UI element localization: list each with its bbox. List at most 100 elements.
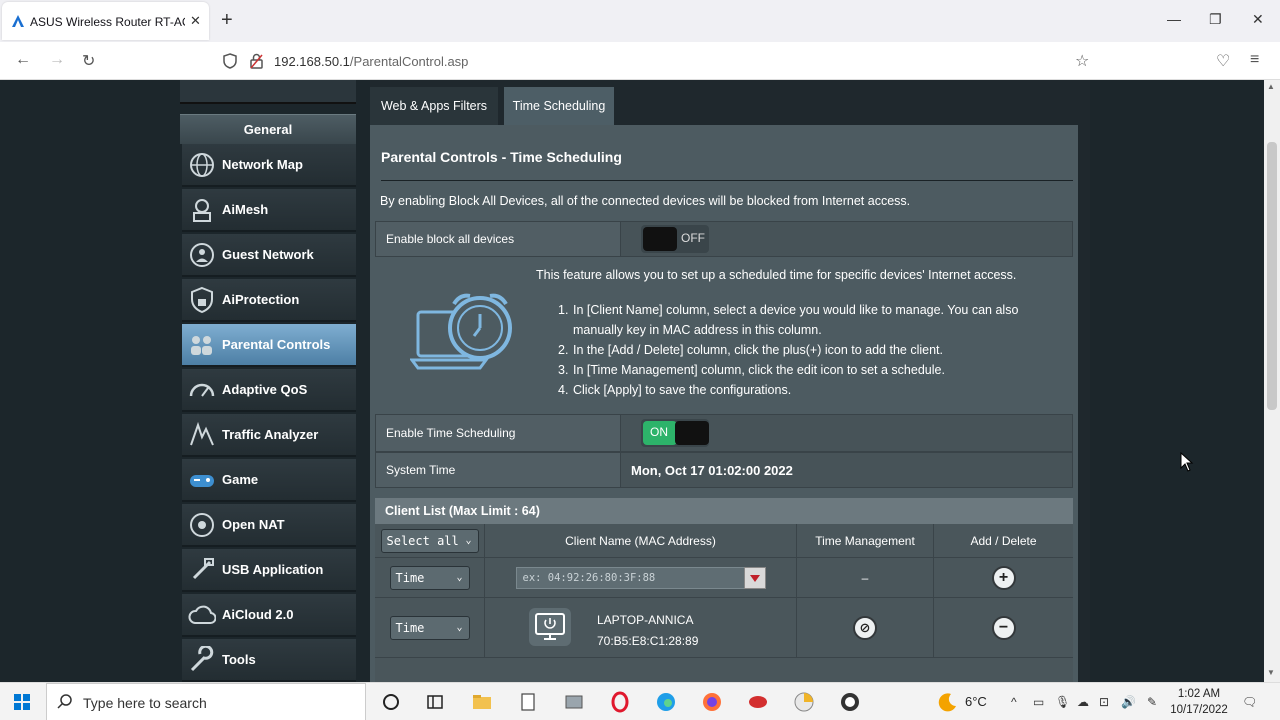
firefox-icon[interactable] (701, 691, 723, 713)
close-window-icon[interactable]: ✕ (1252, 11, 1264, 28)
sidebar: General Network Map AiMesh Guest Network Ai… (180, 80, 356, 682)
block-all-toggle[interactable]: OFF (641, 225, 709, 253)
cortana-icon[interactable] (380, 691, 402, 713)
sidebar-item-aicloud-2-0[interactable]: AiCloud 2.0 (182, 594, 356, 637)
chevron-down-icon: ⌄ (456, 621, 463, 633)
tray-app-icon[interactable]: ▭ (1033, 695, 1044, 709)
minimize-icon[interactable]: — (1167, 11, 1181, 27)
shield-lock-icon (191, 286, 213, 314)
dropdown-arrow-icon (749, 574, 760, 582)
edit-schedule-button[interactable]: ⊘ (853, 615, 877, 640)
shield-icon[interactable] (223, 53, 237, 69)
system-time-value: Mon, Oct 17 01:02:00 2022 (631, 462, 793, 478)
edit-pencil-icon: ⊘ (859, 620, 871, 635)
time-scheduling-label: Enable Time Scheduling (376, 415, 621, 451)
new-tab-button[interactable]: + (221, 10, 233, 30)
tab-close-icon[interactable]: ✕ (190, 13, 201, 29)
weather-moon-icon[interactable] (937, 691, 959, 713)
task-view-icon[interactable] (424, 691, 446, 713)
tray-cloud-icon[interactable]: ☁ (1077, 695, 1089, 709)
scroll-down-icon[interactable]: ▼ (1267, 668, 1275, 677)
sidebar-section-general: General (180, 114, 356, 144)
toggle-state-text: ON (650, 425, 668, 439)
sidebar-item-usb-application[interactable]: USB Application (182, 549, 356, 592)
delete-client-button[interactable]: − (991, 615, 1016, 640)
app-icon-dark[interactable] (839, 691, 861, 713)
block-all-description: By enabling Block All Devices, all of th… (380, 194, 911, 208)
taskbar-search[interactable]: Type here to search (46, 683, 366, 720)
block-all-label: Enable block all devices (376, 222, 621, 256)
sidebar-item-label: Open NAT (222, 517, 285, 532)
pocket-icon[interactable]: ♡ (1216, 51, 1230, 71)
sidebar-item-label: Adaptive QoS (222, 382, 308, 397)
restore-icon[interactable]: ❐ (1209, 11, 1222, 28)
sidebar-item-network-map[interactable]: Network Map (182, 144, 356, 187)
sidebar-item-guest-network[interactable]: Guest Network (182, 234, 356, 277)
volume-icon[interactable]: 🔊 (1121, 695, 1136, 709)
sidebar-item-label: Network Map (222, 157, 303, 172)
tab-time-scheduling[interactable]: Time Scheduling (504, 87, 614, 125)
network-icon[interactable]: ⊡ (1099, 695, 1109, 709)
sidebar-item-parental-controls[interactable]: Parental Controls (182, 324, 356, 367)
weather-temperature[interactable]: 6°C (965, 694, 987, 709)
sidebar-item-label: AiMesh (222, 202, 269, 217)
address-bar[interactable]: 192.168.50.1/ParentalControl.asp (274, 54, 468, 69)
file-explorer-icon[interactable] (471, 691, 493, 713)
client-list-header: Client List (Max Limit : 64) (375, 498, 1073, 524)
sidebar-item-game[interactable]: Game (182, 459, 356, 502)
wrench-icon (190, 646, 214, 672)
time-scheduling-toggle[interactable]: ON (641, 419, 709, 447)
windows-start-icon[interactable] (14, 694, 30, 710)
url-host: 192.168.50.1 (274, 54, 350, 69)
schedule-clock-illustration (410, 293, 512, 370)
notification-icon[interactable]: 🗨 (1242, 695, 1257, 709)
sidebar-item-aimesh[interactable]: AiMesh (182, 189, 356, 232)
sidebar-item-traffic-analyzer[interactable]: Traffic Analyzer (182, 414, 356, 457)
notepad-icon[interactable] (517, 691, 539, 713)
time-scheduling-panel: Parental Controls - Time Scheduling By e… (370, 125, 1078, 682)
app-icon-chart[interactable] (793, 691, 815, 713)
add-client-button[interactable]: + (991, 565, 1016, 590)
usb-icon (192, 558, 214, 580)
microphone-icon[interactable]: 🎙 (1055, 695, 1070, 709)
browser-tab[interactable]: ASUS Wireless Router RT-AC86U ✕ (2, 2, 209, 40)
panel-title: Parental Controls - Time Scheduling (381, 149, 622, 165)
back-icon[interactable]: ← (15, 51, 31, 69)
instruction-step: 3. In [Time Management] column, click the… (558, 363, 945, 377)
sidebar-top-item[interactable] (180, 80, 356, 104)
browser-titlebar: ASUS Wireless Router RT-AC86U ✕ + — ❐ ✕ (0, 0, 1280, 42)
scrollbar-thumb[interactable] (1267, 142, 1277, 410)
tab-web-apps-filters[interactable]: Web & Apps Filters (370, 87, 498, 125)
clock[interactable]: 1:02 AM 10/17/2022 (1170, 686, 1228, 718)
scroll-up-icon[interactable]: ▲ (1267, 82, 1275, 91)
snipping-tool-icon[interactable] (563, 691, 585, 713)
bookmark-star-icon[interactable]: ☆ (1075, 51, 1089, 71)
sidebar-item-label: AiCloud 2.0 (222, 607, 294, 622)
client-list-table: Select all ⌄ Client Name (MAC Address) T… (375, 524, 1073, 682)
edge-icon[interactable] (655, 691, 677, 713)
pen-icon[interactable]: ✎ (1147, 695, 1157, 709)
mode-select[interactable]: Time ⌄ (389, 615, 470, 640)
system-time-row: System Time Mon, Oct 17 01:02:00 2022 (375, 452, 1073, 488)
client-dropdown-button[interactable] (743, 566, 766, 589)
globe-icon (190, 153, 214, 177)
sidebar-item-adaptive-qos[interactable]: Adaptive QoS (182, 369, 356, 412)
client-info: LAPTOP-ANNICA 70:B5:E8:C1:28:89 (597, 610, 698, 652)
menu-icon[interactable]: ≡ (1250, 51, 1259, 69)
col-client-name: Client Name (MAC Address) (485, 524, 797, 557)
sidebar-item-open-nat[interactable]: Open NAT (182, 504, 356, 547)
reload-icon[interactable]: ↻ (82, 51, 95, 71)
select-all-dropdown[interactable]: Select all ⌄ (380, 528, 479, 553)
mesh-icon (193, 199, 211, 222)
tray-overflow-icon[interactable]: ^ (1011, 695, 1017, 709)
sidebar-item-aiprotection[interactable]: AiProtection (182, 279, 356, 322)
traffic-icon (190, 421, 214, 446)
mac-address-input[interactable]: ex: 04:92:26:80:3F:88 (515, 566, 766, 589)
mode-select[interactable]: Time ⌄ (389, 565, 470, 590)
sidebar-item-tools[interactable]: Tools (182, 639, 356, 682)
opera-icon[interactable] (609, 691, 631, 713)
forward-icon[interactable]: → (49, 51, 65, 69)
app-icon-red[interactable] (747, 691, 769, 713)
lock-warning-icon[interactable] (250, 53, 263, 69)
page-scrollbar[interactable]: ▲ ▼ (1264, 80, 1280, 682)
